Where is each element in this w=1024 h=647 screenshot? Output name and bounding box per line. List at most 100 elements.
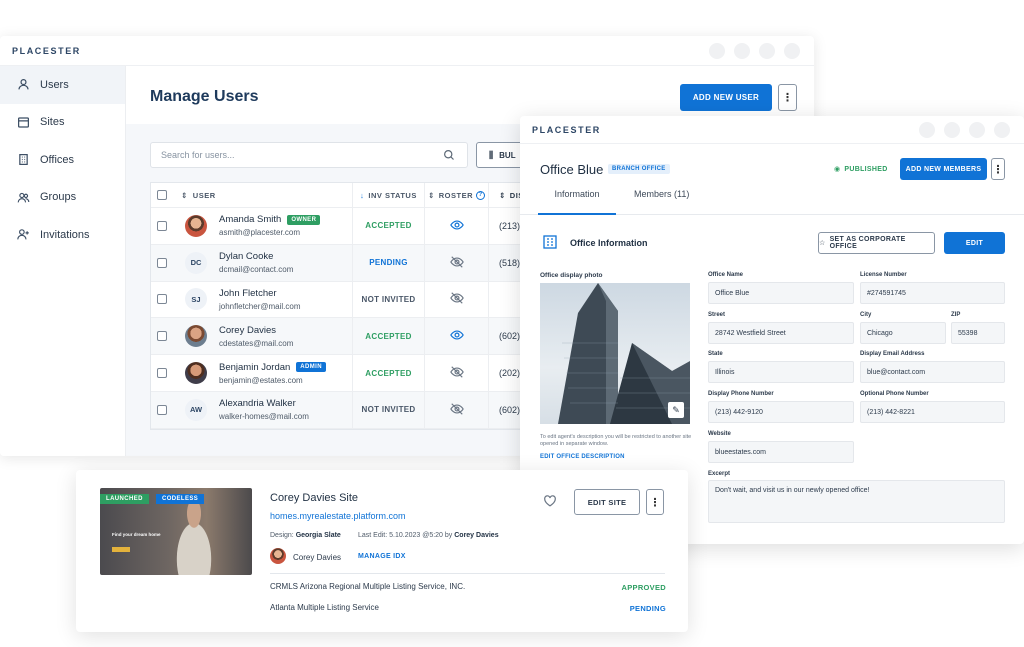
- optional-phone-field[interactable]: (213) 442-8221: [860, 401, 1005, 423]
- eye-off-icon[interactable]: [449, 402, 464, 418]
- window-dot[interactable]: [759, 43, 775, 59]
- sidebar: Users Sites Offices Groups Invitations: [0, 66, 126, 456]
- row-checkbox[interactable]: [157, 257, 167, 268]
- set-corporate-office-button[interactable]: ☆ SET AS CORPORATE OFFICE: [818, 232, 935, 254]
- website-field[interactable]: blueestates.com: [708, 441, 854, 463]
- edit-site-button[interactable]: EDIT SITE: [574, 489, 640, 515]
- user-email: johnfletcher@mail.com: [219, 301, 301, 311]
- sidebar-item-users[interactable]: Users: [0, 66, 125, 104]
- column-inv-status[interactable]: ↓ INV STATUS: [353, 183, 425, 207]
- edit-photo-icon[interactable]: ✎: [668, 402, 684, 418]
- codeless-label: CODELESS: [156, 494, 205, 504]
- manage-idx-link[interactable]: MANAGE IDX: [358, 553, 406, 560]
- sidebar-item-groups[interactable]: Groups: [0, 179, 125, 217]
- design-value: Georgia Slate: [295, 532, 341, 539]
- window-dot[interactable]: [919, 122, 935, 138]
- license-number-field[interactable]: #274591745: [860, 282, 1005, 304]
- sidebar-item-invitations[interactable]: Invitations: [0, 216, 125, 254]
- mls-name: CRMLS Arizona Regional Multiple Listing …: [270, 582, 466, 591]
- field-label: Street: [708, 312, 726, 318]
- office-name-field[interactable]: Office Blue: [708, 282, 854, 304]
- user-name: Benjamin Jordan: [219, 361, 291, 373]
- eye-off-icon[interactable]: [449, 255, 464, 271]
- help-icon[interactable]: ?: [476, 190, 486, 200]
- select-all-checkbox[interactable]: [157, 190, 167, 200]
- display-email-field[interactable]: blue@contact.com: [860, 361, 1005, 383]
- street-field[interactable]: 28742 Westfield Street: [708, 322, 854, 344]
- invite-status: NOT INVITED: [361, 294, 416, 304]
- site-thumbnail[interactable]: Find your dream home LAUNCHED CODELESS: [100, 488, 252, 575]
- office-type-badge: BRANCH OFFICE: [608, 164, 670, 174]
- role-badge: ADMIN: [296, 362, 326, 373]
- display-phone-field[interactable]: (213) 442-9120: [708, 401, 854, 423]
- eye-off-icon[interactable]: [449, 291, 464, 307]
- window-dot[interactable]: [944, 122, 960, 138]
- avatar: AW: [185, 398, 207, 421]
- window-controls: [919, 122, 1010, 138]
- add-new-user-button[interactable]: ADD NEW USER: [680, 84, 772, 111]
- tab-information[interactable]: Information: [538, 189, 616, 215]
- invite-status: ACCEPTED: [365, 331, 412, 341]
- row-checkbox[interactable]: [157, 294, 167, 305]
- thumbnail-headline: Find your dream home: [112, 532, 161, 537]
- site-title: Corey Davies Site: [270, 492, 359, 504]
- sort-icon: ⇕: [181, 190, 188, 200]
- state-field[interactable]: Illinois: [708, 361, 854, 383]
- avatar: [185, 362, 207, 385]
- window-dot[interactable]: [994, 122, 1010, 138]
- role-badge: OWNER: [287, 214, 321, 225]
- window-dot[interactable]: [969, 122, 985, 138]
- column-roster[interactable]: ⇕ ROSTER?: [425, 183, 489, 207]
- brand-logo: PLACESTER: [532, 124, 601, 135]
- edit-office-description-link[interactable]: EDIT OFFICE DESCRIPTION: [540, 454, 625, 460]
- site-card: Find your dream home LAUNCHED CODELESS C…: [76, 470, 688, 632]
- add-new-members-button[interactable]: ADD NEW MEMBERS: [900, 158, 987, 180]
- city-field[interactable]: Chicago: [860, 322, 946, 344]
- field-label: Website: [708, 431, 731, 437]
- column-label: USER: [192, 190, 216, 200]
- window-dot[interactable]: [709, 43, 725, 59]
- office-photo: ✎: [540, 283, 690, 424]
- last-edit-prefix: Last Edit: 5.10.2023 @5:20 by: [358, 532, 453, 539]
- edit-button[interactable]: EDIT: [944, 232, 1005, 254]
- group-icon: [16, 190, 30, 204]
- sidebar-item-label: Sites: [40, 116, 65, 129]
- more-options-button[interactable]: ⋮: [778, 84, 797, 111]
- row-checkbox[interactable]: [157, 404, 167, 415]
- invite-status: ACCEPTED: [365, 368, 412, 378]
- window-controls: [709, 43, 800, 59]
- avatar: [185, 325, 207, 348]
- window-dot[interactable]: [784, 43, 800, 59]
- invite-status: NOT INVITED: [361, 405, 416, 415]
- mls-status: PENDING: [629, 604, 666, 613]
- zip-field[interactable]: 55398: [951, 322, 1005, 344]
- users-titlebar: PLACESTER: [0, 36, 814, 66]
- field-label: Office Name: [708, 272, 744, 278]
- avatar: [270, 548, 286, 564]
- excerpt-field[interactable]: Don't wait, and visit us in our newly op…: [708, 480, 1005, 523]
- tab-members[interactable]: Members (11): [634, 189, 689, 215]
- more-options-button[interactable]: ⋮: [646, 489, 664, 515]
- design-prefix: Design:: [270, 532, 294, 539]
- row-checkbox[interactable]: [157, 331, 167, 342]
- sidebar-item-offices[interactable]: Offices: [0, 141, 125, 179]
- field-label: Optional Phone Number: [860, 391, 929, 397]
- window-dot[interactable]: [734, 43, 750, 59]
- sidebar-item-label: Users: [40, 78, 69, 91]
- user-name: Alexandria Walker: [219, 398, 296, 410]
- avatar: [185, 214, 207, 237]
- mls-status: APPROVED: [621, 583, 666, 592]
- eye-icon[interactable]: [449, 328, 464, 344]
- site-url-link[interactable]: homes.myrealestate.platform.com: [270, 511, 406, 521]
- row-checkbox[interactable]: [157, 220, 167, 231]
- row-checkbox[interactable]: [157, 368, 167, 379]
- search-input[interactable]: Search for users...: [150, 142, 468, 168]
- column-user[interactable]: ⇕ USER: [173, 183, 353, 207]
- heart-icon[interactable]: [543, 494, 557, 508]
- more-options-button[interactable]: ⋮: [991, 158, 1005, 180]
- search-icon[interactable]: [443, 149, 455, 161]
- sidebar-item-sites[interactable]: Sites: [0, 104, 125, 142]
- section-title: Office Information: [570, 238, 648, 248]
- eye-icon[interactable]: [449, 218, 464, 234]
- eye-off-icon[interactable]: [449, 365, 464, 381]
